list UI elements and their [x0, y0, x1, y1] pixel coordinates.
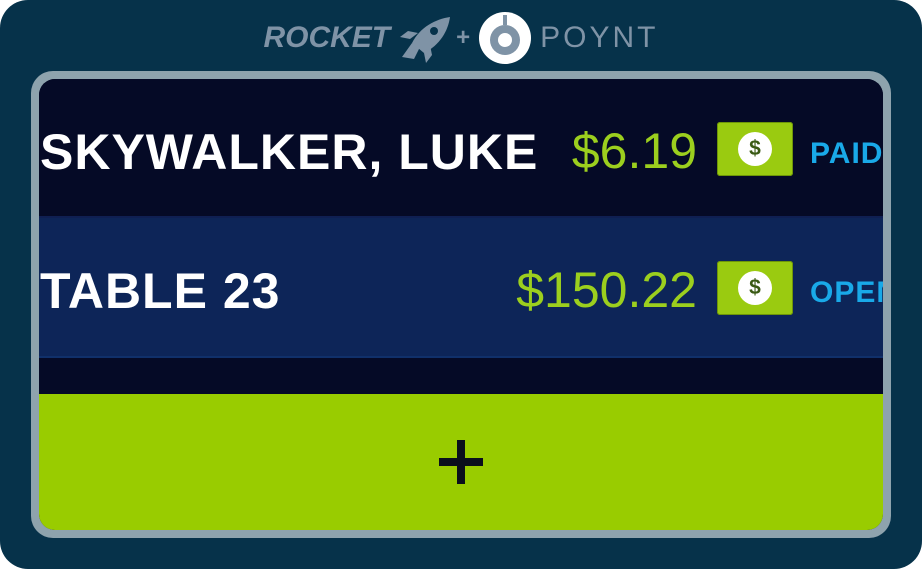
tab-amount: $6.19 [571, 123, 697, 179]
dollar-icon: $ [738, 132, 772, 166]
device-frame: ROCKET + POYNT SKYWALKER, LUKE $6.19 $ P… [0, 0, 922, 569]
brand-plus: + [456, 24, 471, 51]
tab-list-screen: SKYWALKER, LUKE $6.19 $ PAID TABLE 23 $1… [39, 79, 883, 530]
tab-row[interactable]: TABLE 23 $150.22 $ OPEN [39, 218, 883, 358]
tab-status: OPEN [810, 276, 883, 309]
pay-button[interactable]: $ [717, 261, 793, 315]
tab-row[interactable]: SKYWALKER, LUKE $6.19 $ PAID [39, 79, 883, 218]
poynt-wordmark: POYNT [540, 21, 659, 54]
dollar-icon: $ [738, 271, 772, 305]
add-tab-button[interactable] [39, 394, 883, 530]
rocket-icon [400, 17, 451, 63]
tab-name: SKYWALKER, LUKE [40, 124, 539, 180]
brand-header: ROCKET + POYNT [0, 8, 922, 68]
plus-icon [439, 440, 483, 484]
tab-status: PAID [810, 137, 883, 170]
poynt-logo-icon [479, 12, 532, 64]
tab-amount: $150.22 [516, 262, 697, 318]
rocket-wordmark: ROCKET [263, 21, 391, 54]
pay-button[interactable]: $ [717, 122, 793, 176]
tab-name: TABLE 23 [40, 263, 281, 319]
